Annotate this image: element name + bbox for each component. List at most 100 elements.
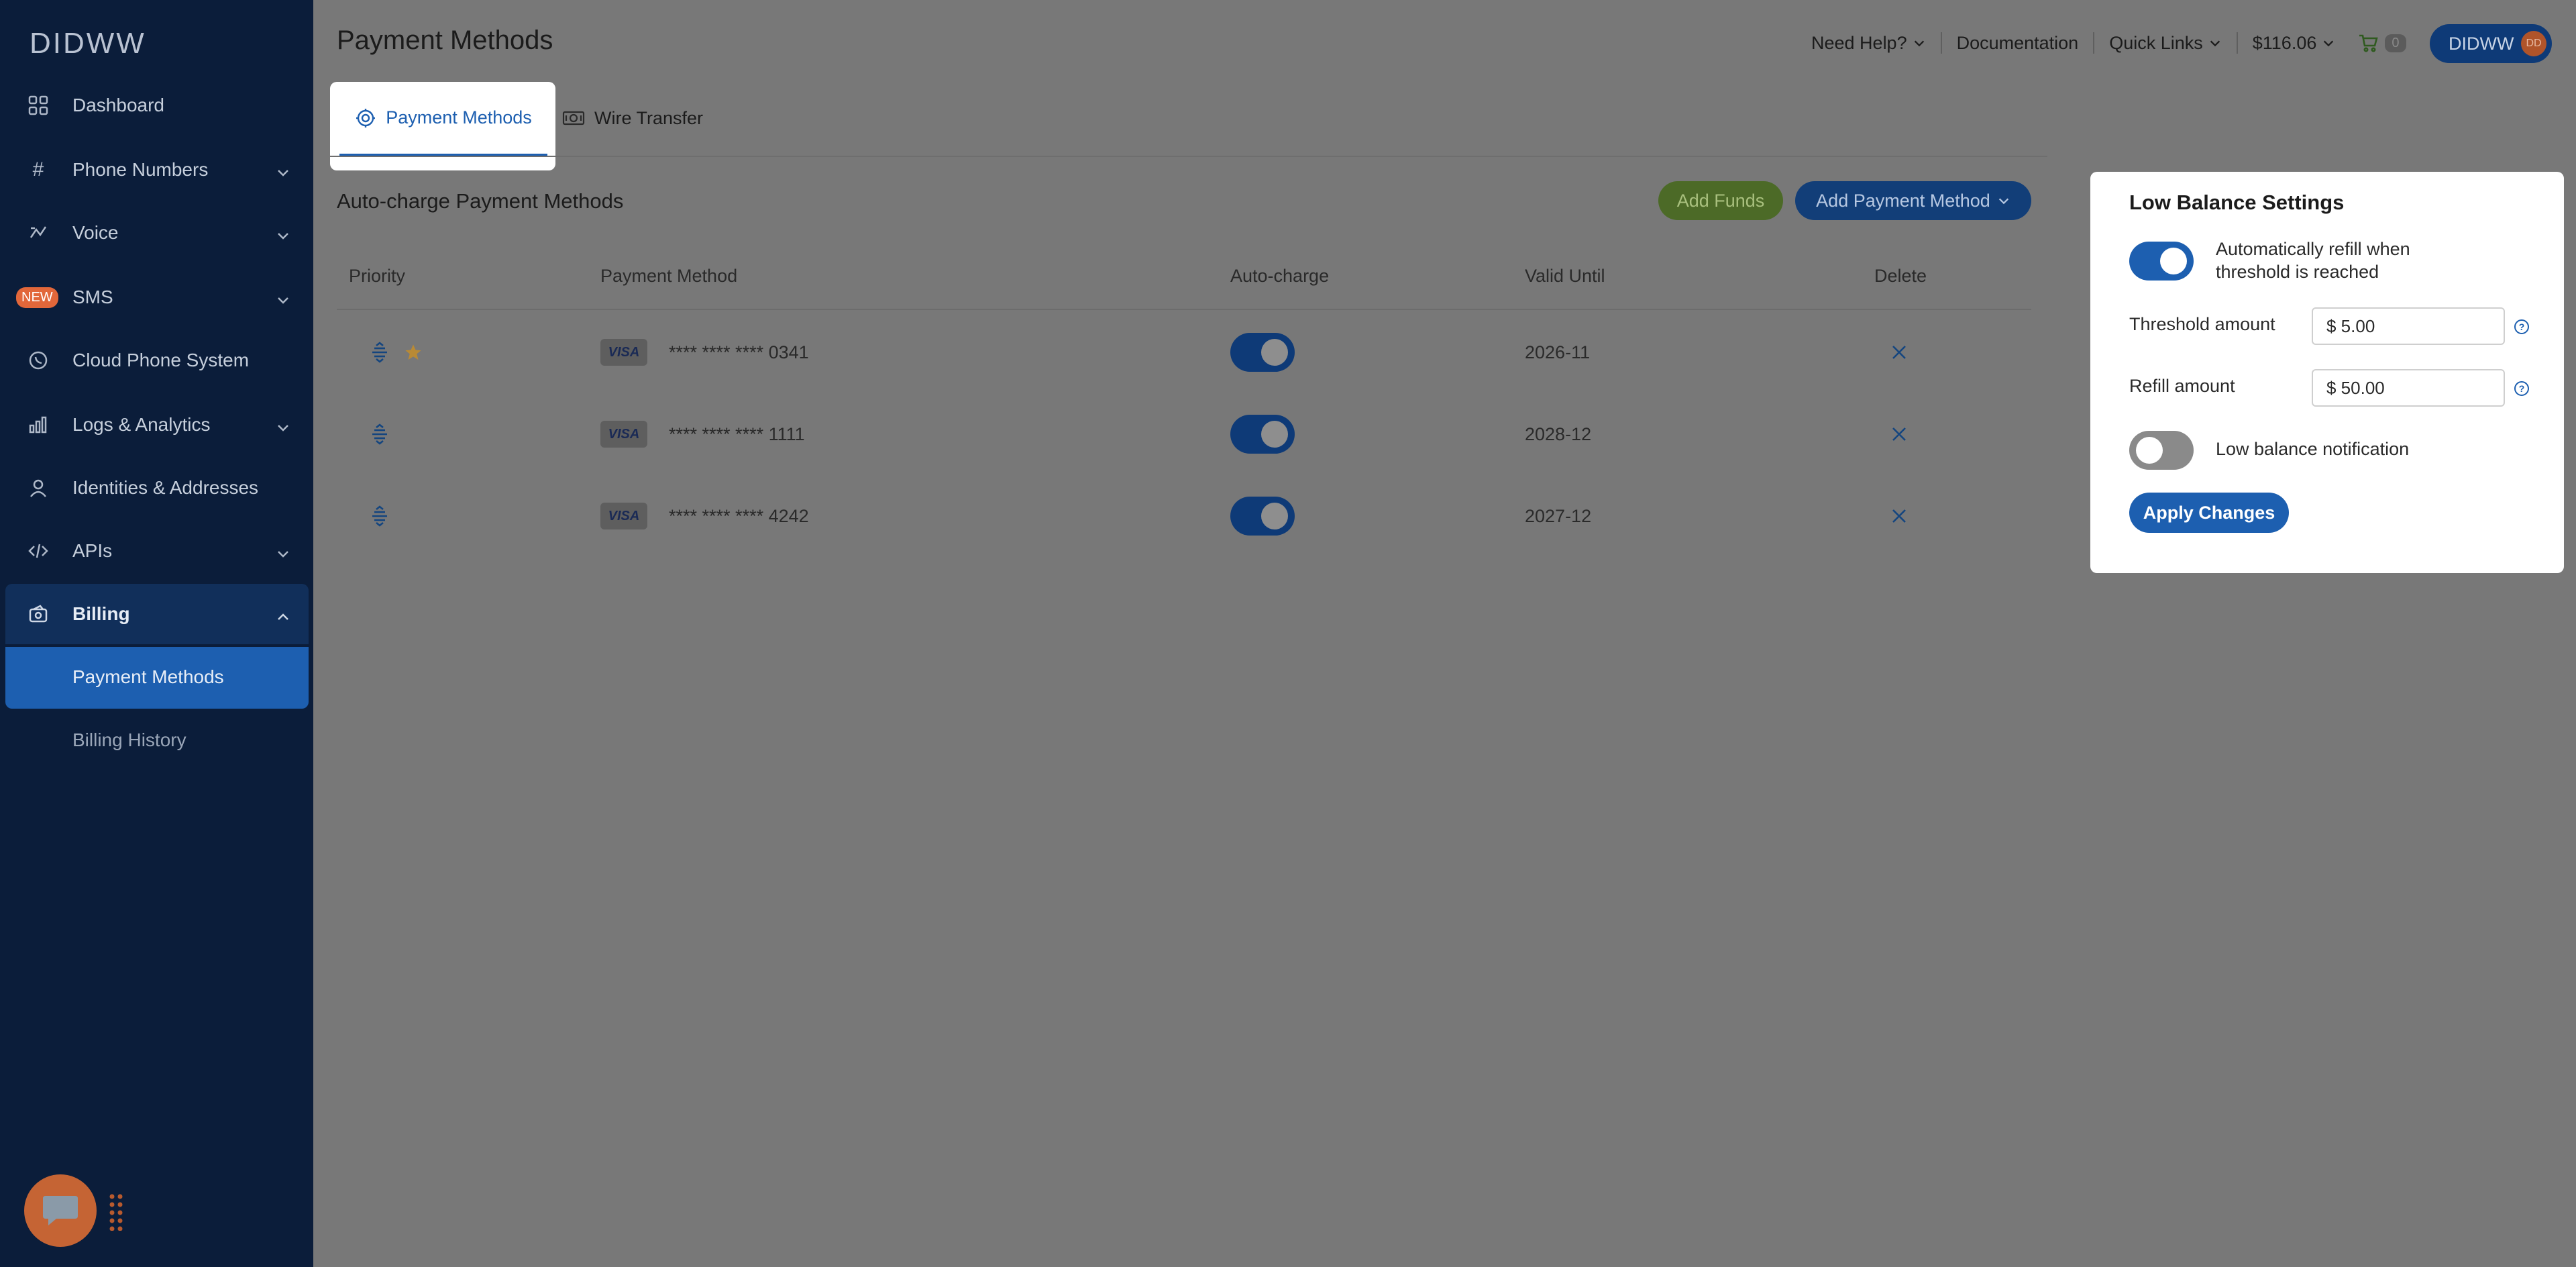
- auto-refill-label: Automatically refill when threshold is r…: [2216, 238, 2410, 283]
- chevron-down-icon: [276, 163, 289, 176]
- auto-charge-toggle[interactable]: [1230, 415, 1295, 454]
- delete-button[interactable]: [1890, 393, 1908, 475]
- drag-handle-icon[interactable]: [370, 475, 389, 557]
- delete-button[interactable]: [1890, 311, 1908, 393]
- drag-handle-icon[interactable]: [109, 1193, 125, 1231]
- sidebar-item-identities-addresses[interactable]: Identities & Addresses: [0, 458, 313, 518]
- delete-button[interactable]: [1890, 475, 1908, 557]
- need-help-menu[interactable]: Need Help?: [1811, 33, 1926, 54]
- tab-wire-transfer[interactable]: Wire Transfer: [562, 105, 703, 132]
- auto-charge-cell: [1230, 393, 1295, 475]
- tab-payment-methods[interactable]: Payment Methods: [330, 82, 555, 170]
- code-icon: [27, 540, 50, 562]
- chevron-down-icon: [276, 291, 289, 304]
- column-header-auto-charge: Auto-charge: [1230, 266, 1330, 286]
- phone-circle-icon: [27, 349, 50, 372]
- balance-value: $116.06: [2252, 32, 2317, 53]
- sidebar-item-label: Payment Methods: [72, 666, 224, 687]
- valid-until: 2028-12: [1525, 423, 1592, 444]
- sidebar-item-logs-analytics[interactable]: Logs & Analytics: [0, 395, 313, 455]
- toggle-knob: [2160, 248, 2187, 274]
- close-icon: [1892, 427, 1906, 441]
- payment-icon: [356, 108, 376, 128]
- tab-label: Wire Transfer: [594, 107, 704, 128]
- divider: [2236, 32, 2238, 54]
- help-icon[interactable]: ?: [2514, 319, 2529, 334]
- cash-icon: [562, 111, 585, 125]
- chat-button[interactable]: [24, 1174, 97, 1247]
- quick-links-label: Quick Links: [2109, 32, 2203, 53]
- tab-divider: [330, 156, 2047, 157]
- chevron-down-icon: [276, 544, 289, 558]
- sidebar-item-label: APIs: [72, 540, 113, 561]
- sidebar-item-label: SMS: [72, 287, 113, 307]
- auto-charge-toggle[interactable]: [1230, 497, 1295, 536]
- payment-method-cell: VISA **** **** **** 0341: [600, 311, 809, 393]
- divider: [2093, 32, 2095, 54]
- sidebar-item-label: Logs & Analytics: [72, 414, 211, 435]
- add-payment-method-label: Add Payment Method: [1816, 190, 1990, 211]
- card-number: **** **** **** 1111: [669, 423, 805, 444]
- add-funds-button[interactable]: Add Funds: [1658, 181, 1783, 220]
- sidebar-subitem-payment-methods[interactable]: Payment Methods: [0, 647, 313, 707]
- user-icon: [27, 476, 50, 499]
- visa-icon: VISA: [600, 421, 647, 448]
- sidebar-item-billing[interactable]: Billing: [0, 584, 313, 644]
- star-icon: [404, 311, 423, 393]
- auto-refill-toggle[interactable]: [2129, 242, 2194, 281]
- wallet-icon: [27, 603, 50, 625]
- valid-until: 2027-12: [1525, 505, 1592, 526]
- documentation-link[interactable]: Documentation: [1957, 33, 2079, 54]
- chevron-up-icon: [276, 607, 289, 621]
- valid-until: 2026-11: [1525, 342, 1591, 362]
- chevron-down-icon: [1998, 198, 2008, 205]
- threshold-amount-input[interactable]: $ 5.00: [2312, 307, 2505, 345]
- visa-icon: VISA: [600, 503, 647, 529]
- sidebar-item-apis[interactable]: APIs: [0, 521, 313, 581]
- chevron-down-icon: [2324, 40, 2334, 47]
- user-menu-button[interactable]: DIDWW DD: [2430, 24, 2552, 63]
- sidebar-item-sms[interactable]: NEW SMS: [0, 267, 313, 327]
- auto-charge-cell: [1230, 475, 1295, 557]
- toggle-knob: [1261, 339, 1288, 366]
- grid-icon: [27, 94, 50, 117]
- visa-icon: VISA: [600, 339, 647, 366]
- sidebar-subitem-billing-history[interactable]: Billing History: [0, 710, 313, 770]
- sidebar-item-label: Voice: [72, 222, 119, 243]
- auto-charge-toggle[interactable]: [1230, 333, 1295, 372]
- drag-handle-icon[interactable]: [370, 393, 389, 475]
- payment-method-cell: VISA **** **** **** 1111: [600, 393, 805, 475]
- chevron-down-icon: [2210, 40, 2220, 47]
- sidebar-item-phone-numbers[interactable]: # Phone Numbers: [0, 140, 313, 200]
- table-row: VISA **** **** **** 4242 2027-12: [337, 475, 2031, 557]
- threshold-label: Threshold amount: [2129, 314, 2275, 334]
- add-payment-method-button[interactable]: Add Payment Method: [1795, 181, 2031, 220]
- drag-handle-icon[interactable]: [370, 311, 389, 393]
- user-name: DIDWW: [2449, 33, 2514, 54]
- logo[interactable]: DIDWW: [30, 27, 146, 60]
- sidebar-item-dashboard[interactable]: Dashboard: [0, 75, 313, 136]
- avatar: DD: [2521, 31, 2546, 56]
- column-header-delete: Delete: [1874, 266, 1927, 286]
- auto-refill-label-line: threshold is reached: [2216, 262, 2379, 282]
- auto-refill-label-line: Automatically refill when: [2216, 239, 2410, 259]
- apply-changes-button[interactable]: Apply Changes: [2129, 493, 2289, 533]
- column-header-priority: Priority: [349, 266, 406, 286]
- sidebar: DIDWW Dashboard # Phone Numbers Voice NE…: [0, 0, 313, 1267]
- sidebar-item-cloud-phone-system[interactable]: Cloud Phone System: [0, 330, 313, 391]
- chat-bubble-icon: [43, 1196, 78, 1225]
- refill-label: Refill amount: [2129, 376, 2235, 396]
- balance-menu[interactable]: $116.06: [2253, 33, 2336, 54]
- table-row: VISA **** **** **** 0341 2026-11: [337, 311, 2031, 393]
- chevron-down-icon: [1914, 40, 1924, 47]
- hash-icon: #: [32, 158, 44, 181]
- tab-label: Payment Methods: [386, 107, 532, 128]
- low-balance-notification-toggle[interactable]: [2129, 431, 2194, 470]
- sidebar-item-label: Dashboard: [72, 95, 164, 115]
- cart-button[interactable]: 0: [2358, 34, 2406, 52]
- sidebar-item-voice[interactable]: Voice: [0, 203, 313, 263]
- quick-links-menu[interactable]: Quick Links: [2109, 33, 2222, 54]
- help-icon[interactable]: ?: [2514, 381, 2529, 396]
- refill-amount-input[interactable]: $ 50.00: [2312, 369, 2505, 407]
- top-nav: Need Help? Documentation Quick Links $11…: [1811, 30, 2406, 56]
